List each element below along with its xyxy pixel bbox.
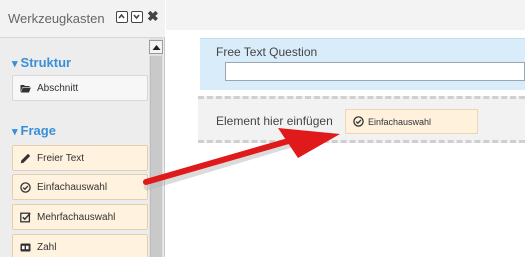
dragged-element-einfachauswahl[interactable]: Einfachauswahl — [345, 109, 478, 134]
checkbox-icon — [20, 212, 31, 223]
question-answer-input[interactable] — [225, 62, 525, 81]
chevron-down-icon: ▾ — [12, 58, 18, 70]
toolbox-title: Werkzeugkasten — [8, 11, 105, 26]
tool-item-einfachauswahl[interactable]: Einfachauswahl — [12, 174, 148, 200]
number-icon — [20, 243, 31, 252]
section-frage[interactable]: ▾ Frage — [12, 123, 56, 138]
expand-all-icon[interactable] — [116, 11, 128, 23]
scroll-up-button[interactable] — [149, 40, 163, 54]
drag-arrow-icon — [143, 128, 340, 191]
tool-item-freier-text[interactable]: Freier Text — [12, 145, 148, 171]
tool-item-label: Freier Text — [37, 153, 85, 164]
triangle-up-icon — [152, 45, 161, 50]
chevron-down-icon: ▾ — [12, 126, 18, 138]
tool-item-label: Einfachauswahl — [37, 182, 108, 193]
section-label: Struktur — [20, 55, 72, 70]
radio-check-icon — [353, 116, 364, 127]
radio-check-icon — [20, 182, 31, 193]
tool-item-abschnitt[interactable]: Abschnitt — [12, 75, 148, 101]
tool-item-mehrfachauswahl[interactable]: Mehrfachauswahl — [12, 204, 148, 230]
close-icon[interactable]: ✖ — [147, 9, 159, 23]
dragged-element-label: Einfachauswahl — [368, 117, 432, 127]
canvas-top-strip — [166, 0, 525, 30]
tool-item-label: Abschnitt — [37, 83, 79, 94]
question-title: Free Text Question — [216, 45, 318, 59]
tool-item-label: Zahl — [37, 242, 57, 253]
collapse-all-icon[interactable] — [131, 11, 143, 23]
folder-open-icon — [20, 85, 31, 93]
tool-item-label: Mehrfachauswahl — [37, 212, 116, 223]
tool-item-zahl[interactable]: Zahl — [12, 234, 148, 257]
section-label: Frage — [20, 123, 56, 138]
pencil-icon — [20, 153, 31, 164]
section-struktur[interactable]: ▾ Struktur — [12, 55, 71, 70]
